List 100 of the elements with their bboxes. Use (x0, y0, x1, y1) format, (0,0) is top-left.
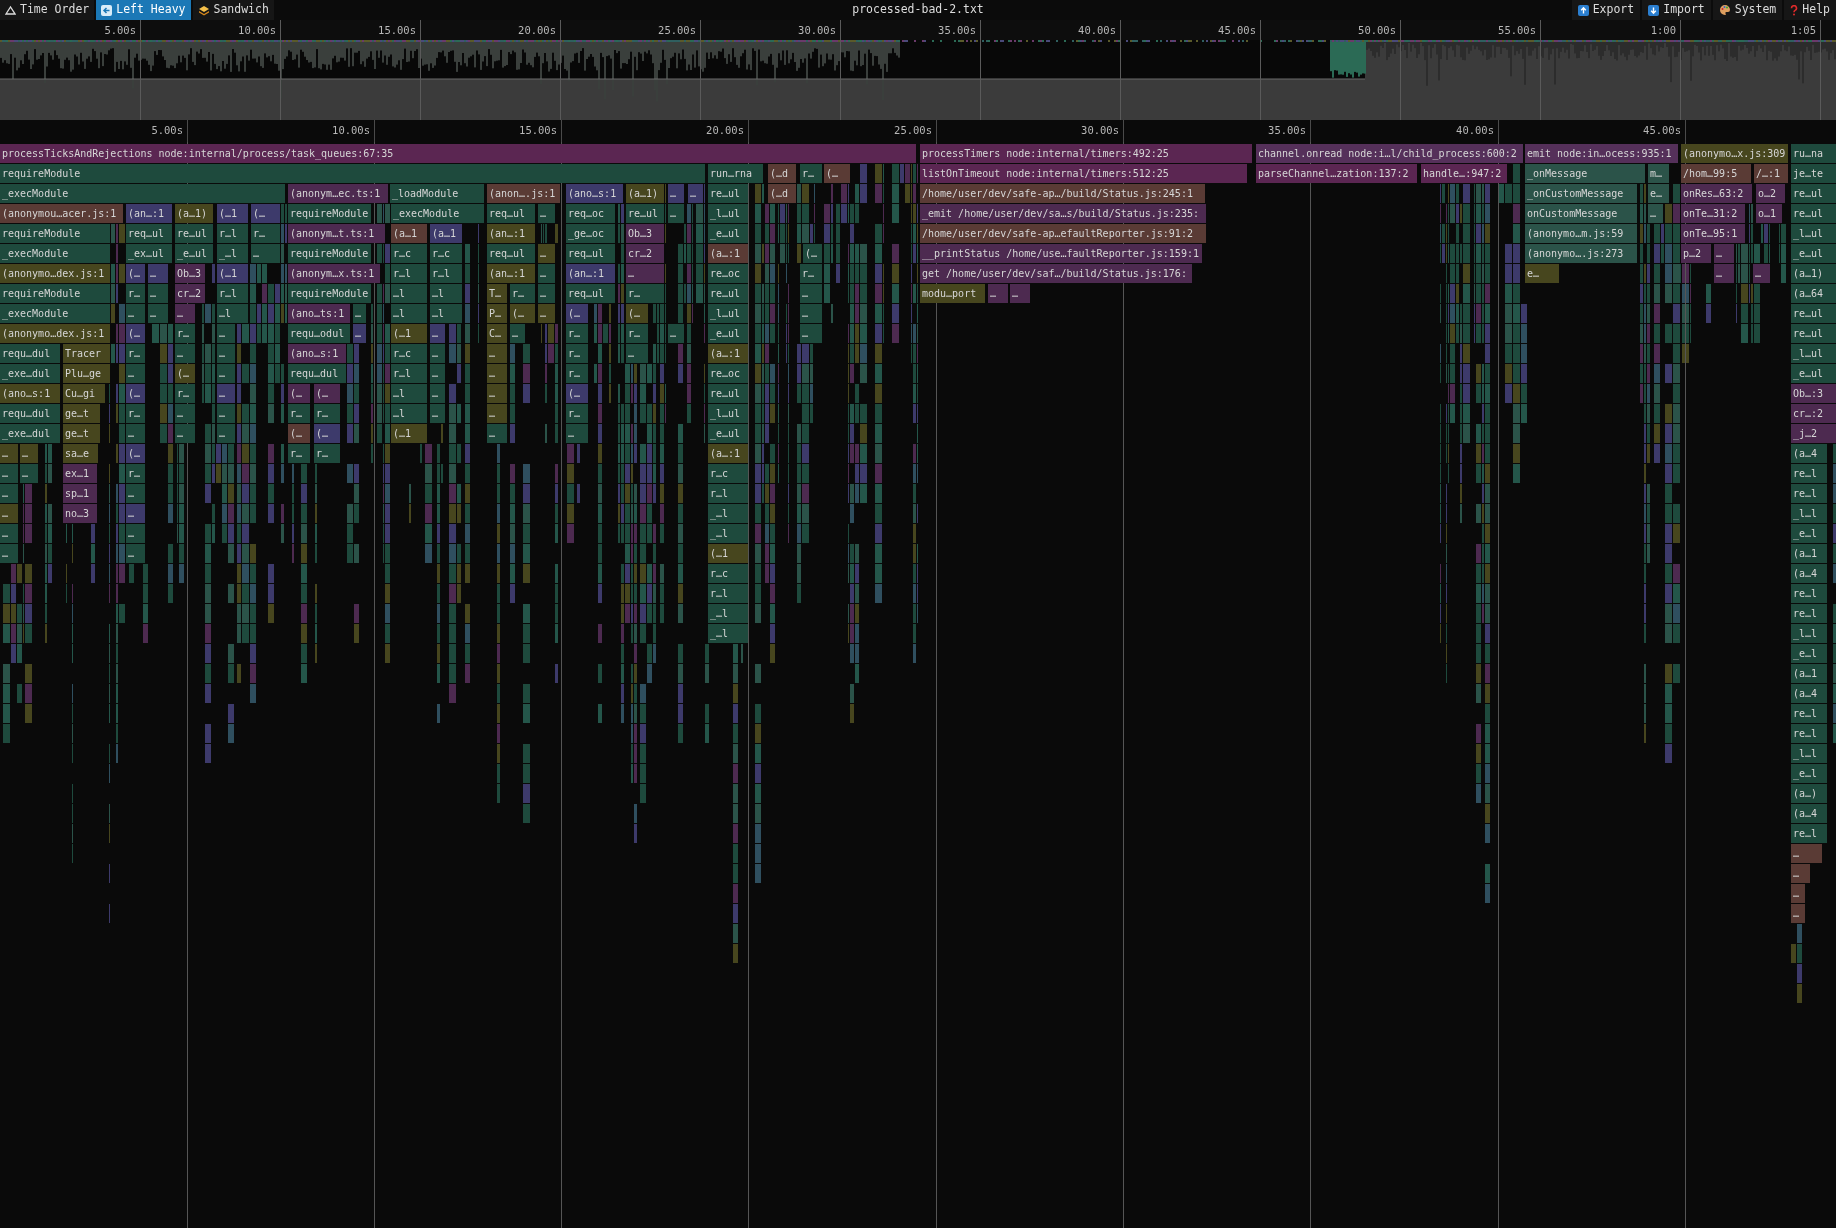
flame-frame[interactable]: (a…1) (1791, 264, 1836, 283)
flame-frame[interactable]: … (800, 284, 822, 303)
flame-frame[interactable]: emit node:in…ocess:935:1 (1525, 144, 1678, 163)
flame-frame[interactable]: re…ul (1791, 204, 1836, 223)
flame-frame[interactable]: (… (314, 384, 340, 403)
flame-frame[interactable]: … (668, 324, 684, 343)
flame-frame[interactable]: r… (288, 444, 310, 463)
flame-frame[interactable]: (a…4 (1791, 684, 1827, 703)
flame-frame[interactable]: p…2 (1681, 244, 1711, 263)
flame-frame[interactable]: run…rna (708, 164, 763, 183)
flame-frame[interactable]: _…l (708, 624, 748, 643)
flame-frame[interactable]: … (0, 484, 18, 503)
flame-frame[interactable]: (ano…ts:1 (288, 304, 350, 323)
flame-frame[interactable]: (… (126, 384, 145, 403)
flame-frame[interactable]: … (126, 504, 145, 523)
flame-frame[interactable]: … (1714, 244, 1734, 263)
flame-frame[interactable]: … (20, 444, 38, 463)
flame-frame[interactable]: (… (626, 304, 648, 323)
flame-frame[interactable]: … (1753, 264, 1770, 283)
flame-frame[interactable]: get /home/user/dev/saf…/build/Status.js:176: (920, 264, 1192, 283)
flame-frame[interactable]: … (0, 444, 18, 463)
flame-frame[interactable]: … (1714, 264, 1734, 283)
flame-frame[interactable]: _ge…oc (566, 224, 615, 243)
flame-frame[interactable]: Cu…gi (63, 384, 105, 403)
flame-frame[interactable]: _…l (708, 504, 748, 523)
flame-frame[interactable]: __printStatus /home/use…faultReporter.js:159:1 (920, 244, 1202, 263)
flame-frame[interactable]: (ano…s:1 (566, 184, 623, 203)
flame-frame[interactable]: (… (126, 324, 145, 343)
flame-frame[interactable]: … (487, 364, 507, 383)
flame-frame[interactable]: r…l (708, 484, 748, 503)
flame-frame[interactable]: (…1 (217, 264, 248, 283)
flame-frame[interactable]: e… (1648, 184, 1669, 203)
flame-frame[interactable]: requ…dul (0, 344, 60, 363)
flame-frame[interactable]: (anonym…t.ts:1 (288, 224, 385, 243)
flame-frame[interactable]: … (217, 324, 235, 343)
flame-frame[interactable]: re…ul (708, 284, 748, 303)
flame-frame[interactable]: (a…1 (430, 224, 462, 243)
flame-frame[interactable]: (a…) (1791, 784, 1827, 803)
flame-frame[interactable]: … (126, 424, 145, 443)
flame-frame[interactable]: modu…port (920, 284, 985, 303)
flame-frame[interactable]: r…l (391, 264, 427, 283)
flame-frame[interactable]: processTicksAndRejections node:internal/process/task_queues:67:35 (0, 144, 916, 163)
flame-frame[interactable]: … (1791, 844, 1822, 863)
flame-frame[interactable]: re…oc (708, 264, 748, 283)
flame-frame[interactable]: (an…:1 (126, 204, 172, 223)
flame-frame[interactable]: … (0, 504, 18, 523)
flame-frame[interactable]: (a…:1 (708, 444, 748, 463)
flame-frame[interactable]: (ano…s:1 (288, 344, 346, 363)
flame-frame[interactable]: (a…4 (1791, 444, 1827, 463)
flame-frame[interactable]: _execModule (0, 184, 285, 203)
flame-frame[interactable]: (a…4 (1791, 804, 1827, 823)
flame-frame[interactable]: … (668, 184, 684, 203)
flame-frame[interactable]: re…ul (626, 204, 664, 223)
flame-frame[interactable]: req…ul (566, 284, 615, 303)
flame-frame[interactable]: requireModule (288, 244, 371, 263)
flame-frame[interactable]: (an…:1 (487, 264, 535, 283)
flame-frame[interactable]: (a…1 (1791, 544, 1827, 563)
flame-frame[interactable]: … (126, 544, 145, 563)
flame-frame[interactable]: Tracer (63, 344, 110, 363)
flame-frame[interactable]: … (126, 304, 145, 323)
flame-frame[interactable]: (… (510, 304, 535, 323)
flame-frame[interactable]: (…1 (217, 204, 248, 223)
flame-frame[interactable]: _e…l (1791, 644, 1827, 663)
flame-frame[interactable]: r…c (708, 464, 748, 483)
flame-frame[interactable]: cr…2 (175, 284, 205, 303)
flame-frame[interactable]: … (430, 404, 445, 423)
flame-frame[interactable]: … (668, 204, 684, 223)
flame-frame[interactable]: (anon….js:1 (487, 184, 560, 203)
help-button[interactable]: Help (1784, 0, 1836, 20)
flame-frame[interactable]: _exe…dul (0, 424, 60, 443)
flame-frame[interactable]: r… (566, 364, 588, 383)
flame-frame[interactable]: (a…1 (1791, 664, 1827, 683)
flame-frame[interactable]: … (126, 524, 145, 543)
flame-frame[interactable]: r… (626, 284, 664, 303)
flame-frame[interactable]: (a…4 (1791, 564, 1827, 583)
flame-frame[interactable]: _e…ul (708, 324, 748, 343)
flame-frame[interactable]: r…l (217, 224, 248, 243)
flame-frame[interactable]: _execModule (391, 204, 484, 223)
flame-frame[interactable]: … (217, 344, 235, 363)
flame-frame[interactable]: … (126, 364, 145, 383)
flame-frame[interactable]: r… (175, 324, 195, 343)
flame-frame[interactable]: … (148, 284, 168, 303)
flame-frame[interactable]: (anonym…ec.ts:1 (288, 184, 388, 203)
flame-frame[interactable]: /home/user/dev/safe-ap…/build/Status.js:245:1 (920, 184, 1205, 203)
flame-frame[interactable]: (anonymo…x.js:309 (1681, 144, 1788, 163)
flame-frame[interactable]: (…1 (708, 544, 748, 563)
flame-frame[interactable]: (… (251, 204, 280, 223)
flame-frame[interactable]: requ…dul (288, 364, 346, 383)
flame-frame[interactable]: je…te (1791, 164, 1836, 183)
flame-frame[interactable]: o…2 (1756, 184, 1785, 203)
flame-frame[interactable]: P… (487, 304, 507, 323)
flame-frame[interactable]: re…ul (1791, 304, 1836, 323)
flame-frame[interactable]: (an…:1 (566, 264, 615, 283)
flame-frame[interactable]: …l (391, 384, 427, 403)
flame-frame[interactable]: T… (487, 284, 507, 303)
flame-frame[interactable]: … (538, 284, 555, 303)
flame-frame[interactable]: (… (288, 384, 310, 403)
flame-frame[interactable]: onTe…95:1 (1681, 224, 1745, 243)
flame-frame[interactable]: r… (251, 224, 280, 243)
flame-frame[interactable]: _l…ul (708, 204, 748, 223)
